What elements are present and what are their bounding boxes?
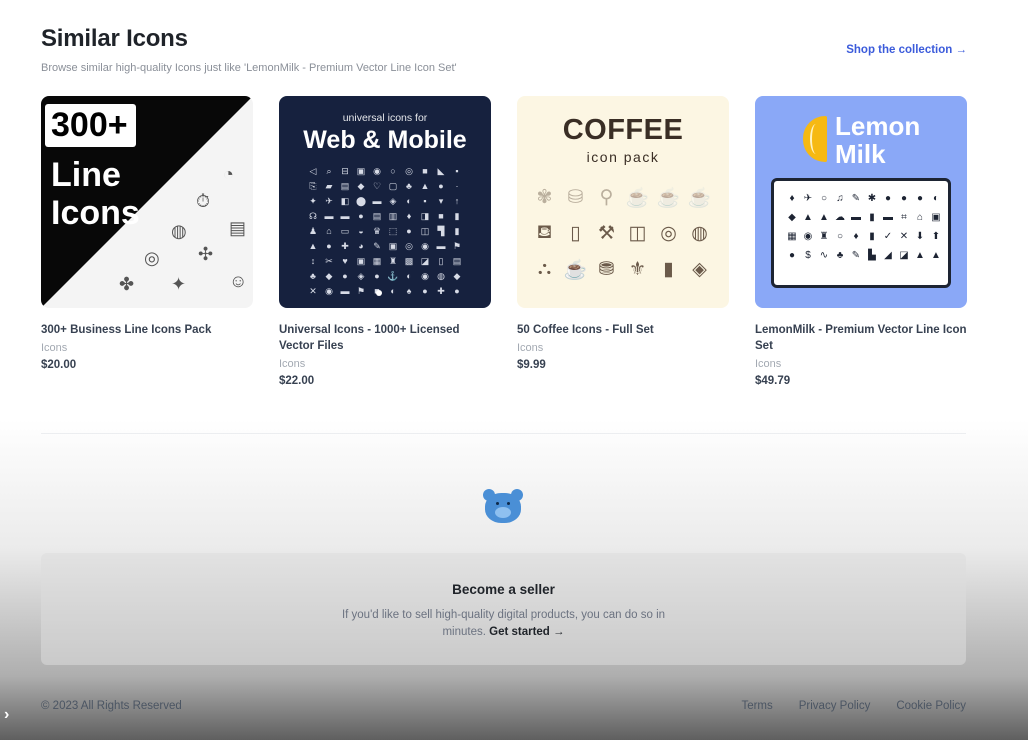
bear-snout (495, 507, 511, 518)
cookie-policy-link[interactable]: Cookie Policy (896, 700, 966, 712)
icon-panel: ♦ ✈ ○ ♫ ✎ ✱ ● ● ● ◐ ◆ ▲ ▲ ☁ ▬ ▮ ▬ ⌗ ⌂ ▣ ▦ ◉ ♜ ○ ♦ ▮ ✓ ✕ ⬇ ⬆ ● $ ∿ ♣ ✎ ▙ ◢… (771, 178, 951, 288)
page: Similar Icons Browse similar high-qualit… (0, 0, 1028, 740)
terms-link[interactable]: Terms (741, 700, 772, 712)
section-divider (41, 433, 966, 434)
seller-description: If you'd like to sell high-quality digit… (341, 607, 666, 641)
seller-title: Become a seller (452, 582, 555, 597)
product-category: Icons (279, 358, 306, 370)
product-title[interactable]: Universal Icons - 1000+ Licensed Vector … (279, 322, 491, 354)
carousel-dot[interactable] (376, 290, 382, 296)
product-card[interactable]: Lemon Milk ♦ ✈ ○ ♫ ✎ ✱ ● ● ● ◐ ◆ ▲ ▲ ☁ ▬ ▮ ▬ ⌗ ⌂ ▣ ▦ ◉ ♜ ○ ♦ ▮ ✓… (755, 96, 967, 387)
product-card[interactable]: universal icons for Web & Mobile ◁ ⌕ ⊟ ▣ ◉ ○ ◎… (279, 96, 491, 387)
lightbulb-icon: ✦ (171, 274, 187, 294)
icon-grid: ◁ ⌕ ⊟ ▣ ◉ ○ ◎ ■ ◣ ▪ ⎘ ▰ ▤ ◆ ♡ ▢ ♣ ▲ ● · ✦ ✈ ◧ ⬤ ▬ ◈ ◐ ▪ ▾ ↑ ☊ ▬ ▬ ● ▤ ▥ ♦… (308, 166, 462, 296)
product-price: $22.00 (279, 375, 315, 387)
icon-grid: ♦ ✈ ○ ♫ ✎ ✱ ● ● ● ◐ ◆ ▲ ▲ ☁ ▬ ▮ ▬ ⌗ ⌂ ▣ ▦ ◉ ♜ ○ ♦ ▮ ✓ ✕ ⬇ ⬆ ● $ ∿ ♣ ✎ ▙ ◢… (787, 193, 941, 261)
pie-chart-icon: ◔ (223, 164, 234, 184)
product-thumbnail[interactable]: 300+ Line Icons ◔ ⏱ ▤ ◍ ✣ ◎ ☺ ✦ ✤ (41, 96, 253, 308)
product-title[interactable]: 300+ Business Line Icons Pack (41, 322, 253, 338)
handshake-icon: ✤ (119, 274, 135, 294)
thumbnail-badge: 300+ (45, 104, 136, 147)
product-title[interactable]: 50 Coffee Icons - Full Set (517, 322, 729, 338)
privacy-policy-link[interactable]: Privacy Policy (799, 700, 871, 712)
bear-eye-left (496, 502, 499, 505)
product-price: $49.79 (755, 375, 791, 387)
product-card[interactable]: COFFEE icon pack ✾ ⛁ ⚲ ☕ ☕ ☕ ⛾ ▯ ⚒ ◫ ◎ ◍ ⛬ ☕ ⛃ ⚜ ▮ ◈ 50… (517, 96, 729, 371)
product-category: Icons (517, 342, 544, 354)
become-seller-panel: Become a seller If you'd like to sell hi… (41, 553, 966, 665)
copyright-text: © 2023 All Rights Reserved (41, 700, 182, 712)
thumbnail-heading: Web & Mobile (303, 126, 467, 154)
section-subtitle: Browse similar high-quality Icons just l… (41, 62, 457, 74)
document-icon: ▤ (229, 218, 247, 238)
stopwatch-icon: ⏱ (196, 191, 211, 211)
product-category: Icons (41, 342, 68, 354)
section-title: Similar Icons (41, 25, 188, 52)
product-thumbnail[interactable]: Lemon Milk ♦ ✈ ○ ♫ ✎ ✱ ● ● ● ◐ ◆ ▲ ▲ ☁ ▬ ▮ ▬ ⌗ ⌂ ▣ ▦ ◉ ♜ ○ ♦ ▮ ✓… (755, 96, 967, 308)
product-category: Icons (755, 358, 782, 370)
person-icon: ☺ (229, 271, 248, 291)
lemon-segment (810, 124, 822, 154)
coins-icon: ◎ (144, 248, 160, 268)
get-started-link[interactable]: Get started → (489, 626, 564, 638)
footer-links: Terms Privacy Policy Cookie Policy (741, 700, 966, 712)
product-thumbnail[interactable]: universal icons for Web & Mobile ◁ ⌕ ⊟ ▣ ◉ ○ ◎… (279, 96, 491, 308)
thumbnail-line-1: Lemon (835, 111, 921, 141)
product-price: $20.00 (41, 359, 77, 371)
bear-mascot-icon (482, 487, 524, 525)
thumbnail-heading: Line Icons (51, 156, 140, 232)
network-icon: ✣ (198, 244, 214, 264)
thumbnail-line-2: Milk (835, 139, 886, 169)
product-thumbnail[interactable]: COFFEE icon pack ✾ ⛁ ⚲ ☕ ☕ ☕ ⛾ ▯ ⚒ ◫ ◎ ◍ ⛬ ☕ ⛃ ⚜ ▮ ◈ (517, 96, 729, 308)
bear-eye-right (507, 502, 510, 505)
thumbnail-line-2: Icons (51, 194, 140, 232)
thumbnail-subheading: universal icons for (342, 112, 428, 124)
chevron-right-icon[interactable]: › (4, 706, 20, 726)
product-card[interactable]: 300+ Line Icons ◔ ⏱ ▤ ◍ ✣ ◎ ☺ ✦ ✤ 300+ B… (41, 96, 253, 371)
icon-grid: ✾ ⛁ ⚲ ☕ ☕ ☕ ⛾ ▯ ⚒ ◫ ◎ ◍ ⛬ ☕ ⛃ ⚜ ▮ ◈ (536, 187, 712, 281)
thumbnail-subheading: icon pack (586, 149, 660, 165)
shop-collection-link[interactable]: Shop the collection → (846, 44, 967, 56)
product-title[interactable]: LemonMilk - Premium Vector Line Icon Set (755, 322, 967, 354)
money-bag-icon: ◍ (171, 221, 187, 241)
thumbnail-line-1: Line (51, 156, 121, 194)
thumbnail-heading: COFFEE (562, 114, 684, 146)
product-price: $9.99 (517, 359, 546, 371)
